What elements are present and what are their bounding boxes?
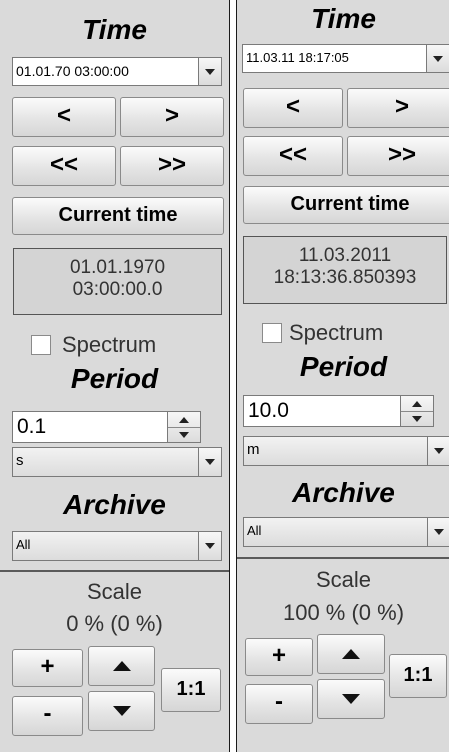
spin-up-button[interactable] [168,412,200,428]
triangle-down-icon [342,694,360,704]
scale-value: 0 % (0 %) [66,611,163,636]
spectrum-label: Spectrum [289,320,384,345]
current-time-button[interactable]: Current time [243,186,449,224]
archive-value: All [247,523,262,538]
period-spinner[interactable] [167,411,201,443]
readout-time: 03:00:00.0 [72,279,163,300]
archive-select[interactable]: All [243,517,449,547]
datetime-field[interactable]: 01.01.70 03:00:00 [12,57,222,86]
zoom-in-button[interactable]: + [12,649,83,687]
chevron-down-icon[interactable] [198,58,221,85]
triangle-down-icon [412,415,422,422]
time-control-panel-left: Time 01.01.70 03:00:00 < > << >> Current… [0,0,230,752]
prev-button[interactable]: < [12,97,116,137]
next-button[interactable]: > [120,97,224,137]
datetime-value: 01.01.70 03:00:00 [16,63,129,79]
spectrum-checkbox[interactable] [31,335,51,355]
scale-value: 100 % (0 %) [282,600,405,625]
divider [237,557,449,559]
time-readout: 11.03.2011 18:13:36.850393 [243,236,447,304]
time-heading: Time [311,3,376,34]
scroll-down-button[interactable] [317,679,385,719]
archive-heading: Archive [63,489,166,520]
spectrum-checkbox[interactable] [262,323,282,343]
triangle-down-icon [112,706,131,716]
reset-scale-button[interactable]: 1:1 [389,654,447,698]
datetime-value: 11.03.11 18:17:05 [246,50,349,65]
chevron-down-icon[interactable] [198,448,221,476]
reset-scale-button[interactable]: 1:1 [161,668,221,712]
archive-value: All [16,537,31,552]
fast-next-button[interactable]: >> [347,136,449,176]
archive-select[interactable]: All [12,531,222,561]
triangle-up-icon [179,416,189,423]
scroll-up-button[interactable] [88,646,155,686]
triangle-down-icon [179,431,189,438]
readout-date: 01.01.1970 [69,257,166,278]
readout-time: 18:13:36.850393 [273,267,417,288]
fast-prev-button[interactable]: << [12,146,116,186]
fast-prev-button[interactable]: << [243,136,343,176]
archive-heading: Archive [292,477,395,508]
period-unit-value: s [16,452,24,469]
triangle-up-icon [112,661,131,671]
zoom-out-button[interactable]: - [245,684,313,724]
spin-down-button[interactable] [168,427,200,442]
period-spinner[interactable] [400,395,434,427]
triangle-up-icon [412,400,422,407]
period-input[interactable]: 0.1 [12,411,168,443]
next-button[interactable]: > [347,88,449,128]
zoom-out-button[interactable]: - [12,696,83,736]
datetime-field[interactable]: 11.03.11 18:17:05 [242,44,449,73]
spectrum-label: Spectrum [62,332,157,357]
time-control-panel-right: Time 11.03.11 18:17:05 < > << >> Current… [236,0,449,752]
period-unit-select[interactable]: m [243,436,449,466]
time-readout: 01.01.1970 03:00:00.0 [13,248,222,315]
triangle-up-icon [342,649,360,659]
period-input[interactable]: 10.0 [243,395,401,427]
zoom-in-button[interactable]: + [245,638,313,676]
fast-next-button[interactable]: >> [120,146,224,186]
divider [0,570,229,572]
prev-button[interactable]: < [243,88,343,128]
period-heading: Period [299,351,388,382]
scale-label: Scale [86,579,143,604]
scale-label: Scale [315,567,372,592]
time-heading: Time [82,14,147,45]
chevron-down-icon[interactable] [426,45,449,72]
chevron-down-icon[interactable] [427,437,449,465]
chevron-down-icon[interactable] [427,518,449,546]
spin-down-button[interactable] [401,411,433,426]
chevron-down-icon[interactable] [198,532,221,560]
period-unit-select[interactable]: s [12,447,222,477]
readout-date: 11.03.2011 [298,245,392,266]
period-unit-value: m [247,441,260,458]
spin-up-button[interactable] [401,396,433,412]
period-heading: Period [70,363,159,394]
scroll-up-button[interactable] [317,634,385,674]
current-time-button[interactable]: Current time [12,197,224,235]
scroll-down-button[interactable] [88,691,155,731]
